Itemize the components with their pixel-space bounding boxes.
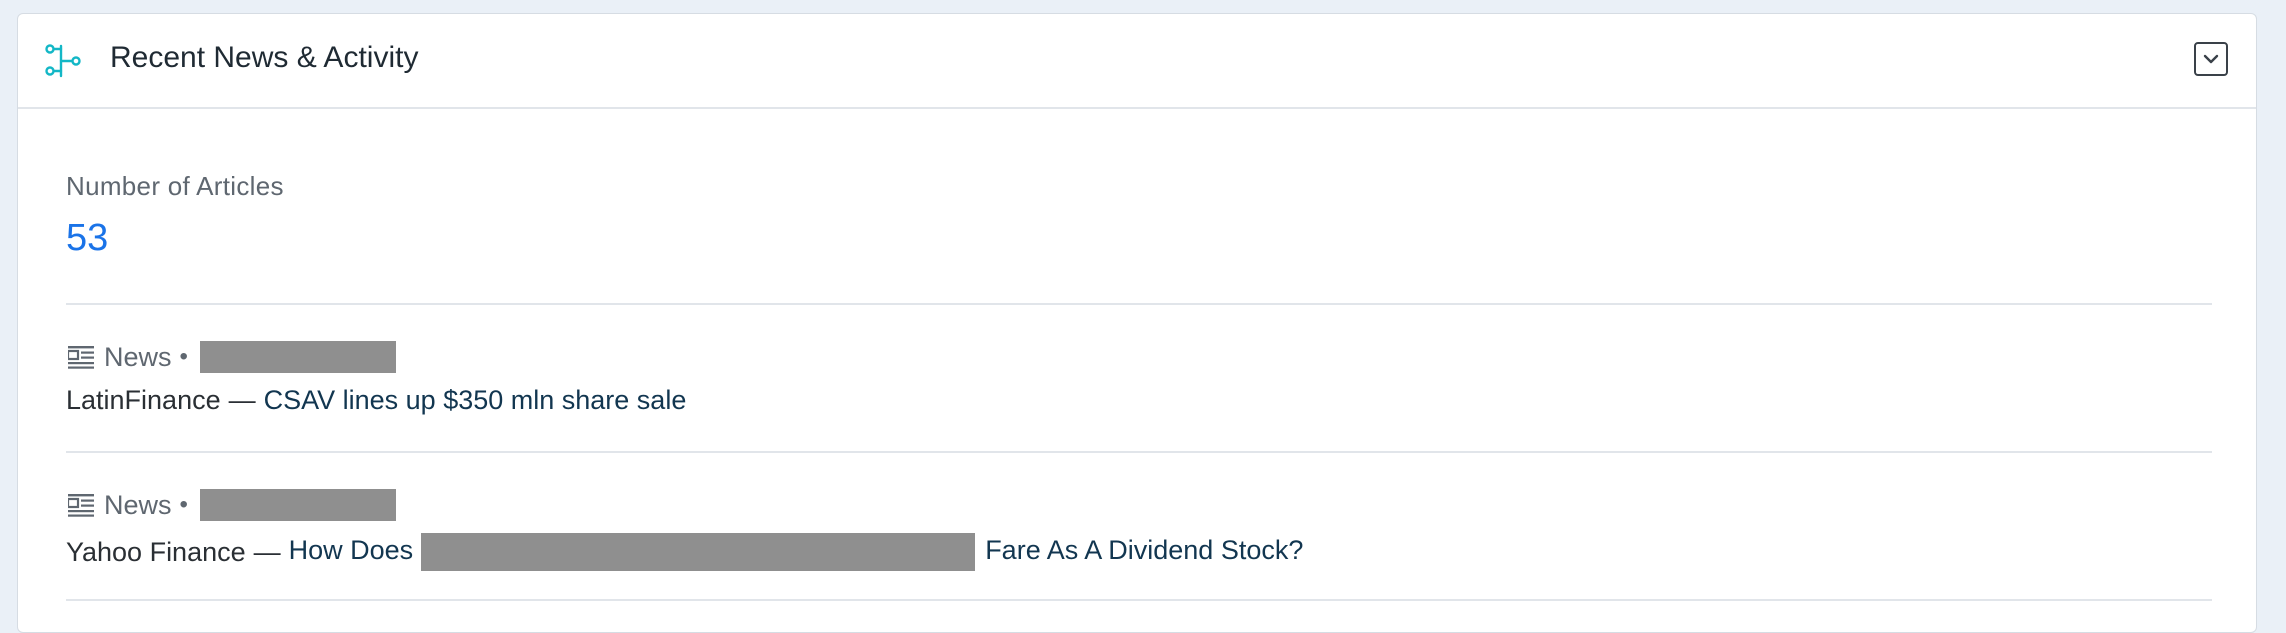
article-count-value: 53 [66, 217, 109, 259]
redacted-date [199, 489, 396, 521]
redacted-date [199, 341, 396, 373]
news-list-item: News • LatinFinance — CSAV lines up $350… [66, 305, 2212, 451]
news-activity-icon [45, 44, 81, 78]
source-dash: — [253, 536, 281, 567]
news-type-label: News [104, 489, 172, 520]
redacted-company-name [421, 533, 976, 571]
news-headline-row: LatinFinance — CSAV lines up $350 mln sh… [66, 385, 686, 416]
meta-separator: • [179, 491, 188, 518]
chevron-down-icon [2203, 54, 2219, 64]
headline-suffix: Fare As A Dividend Stock? [985, 535, 1304, 566]
meta-separator: • [179, 343, 188, 370]
news-source: LatinFinance [66, 385, 221, 415]
panel-title: Recent News & Activity [110, 41, 419, 74]
divider [66, 599, 2212, 601]
news-headline-link[interactable]: How Does Fare As A Dividend Stock? [288, 533, 1304, 571]
news-type-label: News [104, 341, 172, 372]
news-source: Yahoo Finance [66, 536, 246, 567]
recent-news-panel: Recent News & Activity Number of Article… [17, 13, 2257, 633]
news-meta: News • [68, 341, 396, 373]
news-headline-row: Yahoo Finance — How Does Fare As A Divide… [66, 533, 1303, 571]
news-headline-link[interactable]: CSAV lines up $350 mln share sale [264, 385, 687, 416]
collapse-button[interactable] [2194, 42, 2228, 76]
newspaper-icon [68, 494, 94, 517]
news-list-item: News • Yahoo Finance — How Does Fare As A… [66, 453, 2212, 599]
panel-header: Recent News & Activity [18, 14, 2256, 109]
source-dash: — [228, 385, 256, 415]
article-count-label: Number of Articles [66, 171, 284, 201]
news-meta: News • [68, 489, 396, 521]
headline-prefix: How Does [288, 535, 414, 566]
newspaper-icon [68, 346, 94, 369]
